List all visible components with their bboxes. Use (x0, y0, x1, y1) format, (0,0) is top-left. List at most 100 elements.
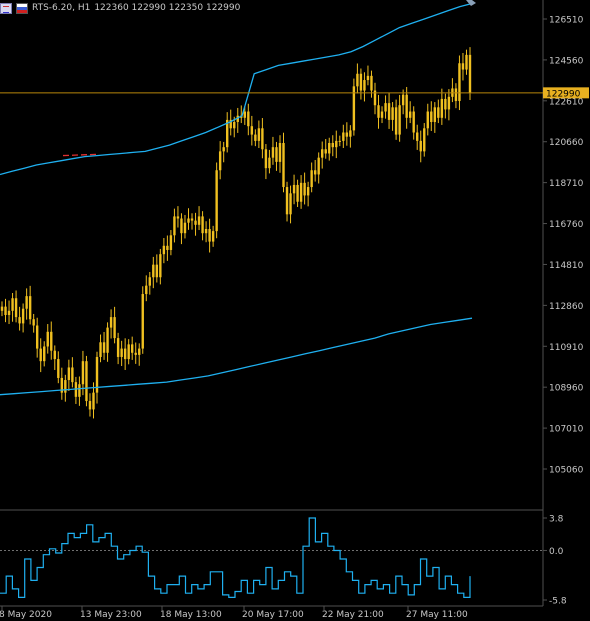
candle-body (370, 75, 373, 91)
chart-canvas[interactable]: 1265101245601226101206601187101167601148… (0, 0, 590, 621)
candle-body (162, 245, 166, 255)
candle-body (190, 218, 194, 221)
time-axis: 8 May 2020 13 May 23:00 18 May 13:00 20 May… (0, 606, 468, 620)
candle-body (0, 306, 4, 311)
candle-body (25, 296, 28, 309)
candle-body (278, 142, 282, 162)
current-price-tag: 122990 (543, 87, 589, 99)
candle-body (268, 157, 271, 169)
candle-body (152, 264, 155, 278)
candle-body (57, 359, 60, 378)
candle-body (461, 63, 465, 70)
candle-body (419, 140, 422, 152)
candle-body (247, 111, 250, 127)
indicator-pane: 3.8 0.0 -5.8 (0, 515, 567, 607)
lower-band-line (0, 317, 473, 396)
indicator-tick-label: 0.0 (549, 547, 564, 557)
candle-body (50, 331, 53, 351)
candle-body (233, 122, 236, 129)
candle-body (458, 63, 461, 102)
time-tick-label: 27 May 11:00 (406, 610, 468, 620)
candle-body (46, 331, 49, 347)
candle-body (440, 98, 444, 118)
chart-window[interactable]: RTS-6.20, H1 122360 122990 122350 122990… (0, 0, 590, 621)
price-tick-label: 107010 (549, 425, 584, 435)
candle-body (78, 384, 81, 397)
candle-body (141, 294, 144, 349)
price-tick-label: 120660 (549, 138, 584, 148)
candle-body (310, 170, 313, 188)
candle-body (430, 111, 433, 123)
candle-body (387, 103, 391, 120)
candle-body (391, 107, 394, 120)
candle-body (120, 348, 123, 357)
candle-body (338, 140, 342, 142)
candle-body (331, 142, 334, 148)
candle-body (405, 94, 408, 118)
candle-body (292, 184, 296, 194)
candle-body (296, 184, 299, 202)
candle-body (356, 73, 359, 87)
indicator-line (0, 517, 471, 599)
price-tick-label: 118710 (549, 179, 584, 189)
candle-body (18, 317, 21, 324)
candle-body (88, 401, 92, 410)
candle-body (113, 317, 116, 339)
candle-body (437, 107, 440, 118)
candle-body (123, 348, 127, 360)
candle-body (275, 147, 278, 162)
candle-body (433, 107, 437, 123)
price-tick-label: 105060 (549, 466, 584, 476)
chart-frame (0, 0, 544, 607)
time-tick-label: 18 May 13:00 (160, 610, 222, 620)
candle-body (299, 182, 303, 202)
candle-body (138, 348, 141, 355)
candle-body (416, 132, 419, 141)
candle-body (359, 73, 363, 91)
time-tick-label: 20 May 17:00 (242, 610, 304, 620)
candle-body (106, 327, 109, 353)
indicator-tick-label: 3.8 (549, 515, 564, 525)
current-price-label: 122990 (546, 89, 581, 99)
candle-body (289, 193, 292, 215)
candle-body (444, 98, 447, 110)
price-tick-label: 126510 (549, 16, 584, 26)
candle-body (377, 105, 380, 118)
price-tick-label: 114810 (549, 261, 584, 271)
candle-body (313, 170, 317, 175)
candle-body (408, 111, 412, 118)
price-tick-label: 112860 (549, 302, 584, 312)
candle-body (173, 216, 176, 236)
candle-body (366, 75, 370, 81)
time-tick-label: 13 May 23:00 (80, 610, 142, 620)
candle-body (345, 132, 349, 137)
price-tick-label: 116760 (549, 220, 584, 230)
candle-body (145, 285, 148, 295)
candle-body (401, 94, 405, 106)
candle-body (454, 88, 458, 102)
candle-body (183, 222, 187, 234)
candle-body (187, 218, 190, 223)
candle-body (127, 344, 130, 360)
candle-body (176, 216, 180, 219)
price-tick-label: 108960 (549, 384, 584, 394)
candle-body (317, 157, 320, 175)
candle-body (4, 306, 7, 316)
candle-body (285, 187, 289, 215)
candle-body (250, 126, 254, 135)
candle-body (81, 361, 85, 385)
candle-body (271, 147, 275, 158)
candle-body (218, 151, 222, 171)
candle-body (363, 80, 366, 91)
candle-body (116, 338, 120, 357)
candle-body (92, 392, 95, 410)
time-tick-label: 22 May 21:00 (322, 610, 384, 620)
candle-body (99, 342, 102, 357)
candle-body (257, 128, 261, 141)
candle-body (222, 147, 225, 152)
candle-body (11, 298, 14, 311)
candle-body (43, 346, 46, 362)
candle-body (412, 111, 415, 133)
candle-body (169, 235, 173, 250)
candle-body (306, 187, 310, 196)
